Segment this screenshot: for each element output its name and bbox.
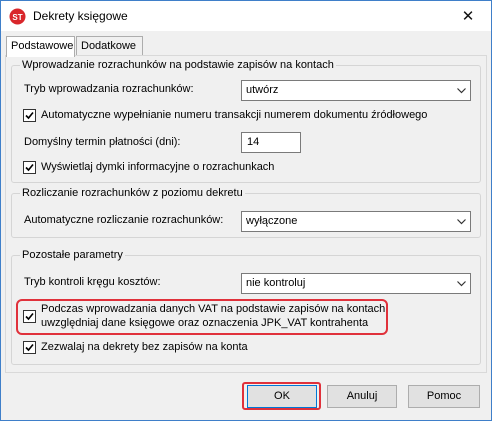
vat-label-line1: Podczas wprowadzania danych VAT na podst… (41, 303, 386, 315)
tooltips-checkbox[interactable] (23, 161, 36, 174)
due-days-input[interactable]: 14 (241, 132, 301, 153)
checkmark-icon (25, 343, 34, 352)
tab-label: Dodatkowe (81, 40, 137, 52)
dialog-window: ST Dekrety księgowe ✕ Podstawowe Dodatko… (0, 0, 492, 421)
autofill-label: Automatyczne wypełnianie numeru transakc… (41, 109, 428, 121)
group-rozrachunki: Wprowadzanie rozrachunków na podstawie z… (11, 58, 481, 183)
window-title: Dekrety księgowe (33, 9, 128, 23)
costs-control-value: nie kontroluj (246, 277, 306, 289)
autofill-checkbox[interactable] (23, 109, 36, 122)
help-button[interactable]: Pomoc (408, 385, 480, 408)
close-button[interactable]: ✕ (445, 1, 491, 31)
group-title: Wprowadzanie rozrachunków na podstawie z… (20, 58, 336, 72)
vat-checkbox[interactable] (23, 310, 36, 323)
group-title: Rozliczanie rozrachunków z poziomu dekre… (20, 186, 245, 200)
allow-no-entries-checkbox[interactable] (23, 341, 36, 354)
auto-settle-select[interactable]: wyłączone (241, 211, 471, 232)
allow-no-entries-label: Zezwalaj na dekrety bez zapisów na konta (41, 341, 248, 353)
vat-label-line2: uwzględniaj dane księgowe oraz oznaczeni… (41, 317, 369, 329)
group-rozliczanie: Rozliczanie rozrachunków z poziomu dekre… (11, 186, 481, 238)
close-icon: ✕ (461, 8, 475, 25)
checkmark-icon (25, 111, 34, 120)
checkmark-icon (25, 163, 34, 172)
due-days-value: 14 (247, 136, 260, 148)
costs-control-label: Tryb kontroli kręgu kosztów: (24, 276, 161, 288)
costs-control-select[interactable]: nie kontroluj (241, 273, 471, 294)
mode-select[interactable]: utwórz (241, 80, 471, 101)
tab-panel-podstawowe: Wprowadzanie rozrachunków na podstawie z… (5, 55, 487, 373)
due-days-label: Domyślny termin płatności (dni): (24, 136, 181, 148)
tab-label: Podstawowe (11, 40, 74, 52)
chevron-down-icon (457, 88, 466, 94)
group-pozostale: Pozostałe parametry Tryb kontroli kręgu … (11, 248, 481, 365)
cancel-button[interactable]: Anuluj (327, 385, 397, 408)
chevron-down-icon (457, 281, 466, 287)
checkmark-icon (25, 312, 34, 321)
app-logo-icon: ST (9, 8, 26, 25)
auto-settle-value: wyłączone (246, 215, 298, 227)
group-title: Pozostałe parametry (20, 248, 125, 262)
button-bar: OK Anuluj Pomoc (2, 375, 490, 420)
chevron-down-icon (457, 219, 466, 225)
ok-button[interactable]: OK (247, 385, 317, 408)
tab-podstawowe[interactable]: Podstawowe (6, 36, 75, 57)
title-bar: ST Dekrety księgowe ✕ (1, 1, 491, 31)
tooltips-label: Wyświetlaj dymki informacyjne o rozrachu… (41, 161, 275, 173)
auto-settle-label: Automatyczne rozliczanie rozrachunków: (24, 214, 224, 226)
mode-label: Tryb wprowadzania rozrachunków: (24, 83, 194, 95)
mode-select-value: utwórz (246, 84, 279, 96)
svg-text:ST: ST (12, 13, 22, 22)
tab-dodatkowe[interactable]: Dodatkowe (76, 36, 143, 56)
